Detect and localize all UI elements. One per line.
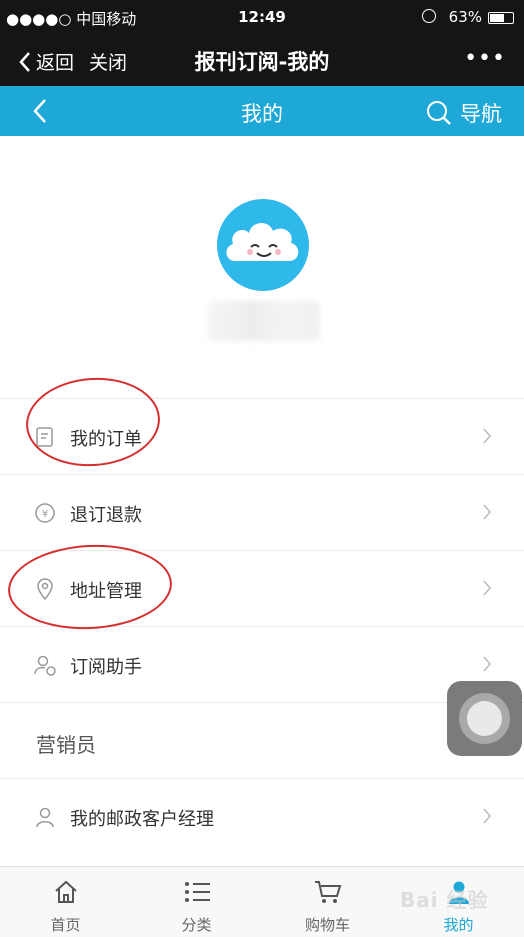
chevron-right-icon	[483, 428, 491, 444]
page-title: 报刊订阅-我的	[194, 50, 330, 74]
battery-percent: 63%	[448, 8, 482, 26]
chevron-right-icon	[483, 656, 491, 672]
section-label-text: 营销员	[36, 733, 96, 757]
tab-label: 我的	[443, 916, 474, 934]
cloud-avatar-icon	[226, 222, 299, 261]
tab-profile[interactable]: 我的	[393, 867, 524, 937]
menu-item-label: 退订退款	[70, 505, 142, 526]
menu-item-assistant[interactable]: 订阅助手	[0, 626, 524, 702]
menu-item-label: 地址管理	[70, 581, 142, 602]
home-icon	[54, 880, 77, 903]
tab-category[interactable]: 分类	[131, 867, 262, 937]
navigation-button[interactable]: 导航	[426, 98, 502, 128]
cart-icon	[314, 881, 341, 903]
manager-icon	[36, 807, 54, 828]
battery-icon	[488, 12, 514, 24]
chevron-right-icon	[483, 504, 491, 520]
orientation-lock-icon	[422, 9, 436, 23]
tab-label: 分类	[181, 916, 212, 934]
menu-item-label: 我的邮政客户经理	[70, 809, 214, 830]
menu-item-label: 订阅助手	[70, 657, 142, 678]
location-icon	[37, 578, 53, 601]
webview-navbar: 返回 关闭 报刊订阅-我的 •••	[0, 36, 524, 86]
profile-section	[0, 136, 524, 399]
refund-icon: ¥	[35, 503, 55, 523]
tab-bar: 首页 分类 购物车 我的	[0, 866, 524, 937]
app-header: 我的 导航	[0, 86, 524, 136]
menu-item-account-manager[interactable]: 我的邮政客户经理	[0, 778, 524, 854]
chevron-right-icon	[483, 808, 491, 824]
section-label-sales: 营销员	[0, 702, 524, 778]
list-icon	[184, 882, 210, 902]
menu-item-label: 我的订单	[70, 429, 142, 450]
assistive-touch-button[interactable]	[447, 681, 522, 756]
status-bar: ●●●●○ 中国移动 12:49 63%	[0, 0, 524, 36]
search-icon	[427, 101, 451, 125]
chevron-right-icon	[483, 580, 491, 596]
clock: 12:49	[238, 8, 286, 26]
avatar[interactable]	[217, 199, 309, 291]
navigation-label: 导航	[460, 102, 502, 126]
tab-label: 首页	[50, 916, 81, 934]
tab-label: 购物车	[304, 916, 350, 934]
tab-cart[interactable]: 购物车	[262, 867, 393, 937]
menu-item-refund[interactable]: ¥ 退订退款	[0, 474, 524, 550]
menu-list: 我的订单 ¥ 退订退款 地址管理 订阅助手 营销员 我的邮政客户经理	[0, 398, 524, 854]
tab-home[interactable]: 首页	[0, 867, 131, 937]
order-icon	[36, 427, 53, 447]
username-redacted	[207, 301, 320, 341]
menu-item-address[interactable]: 地址管理	[0, 550, 524, 626]
more-button[interactable]: •••	[464, 46, 506, 71]
profile-icon	[448, 881, 469, 904]
menu-item-orders[interactable]: 我的订单	[0, 398, 524, 474]
svg-text:¥: ¥	[42, 509, 48, 520]
assistant-icon	[34, 655, 56, 676]
